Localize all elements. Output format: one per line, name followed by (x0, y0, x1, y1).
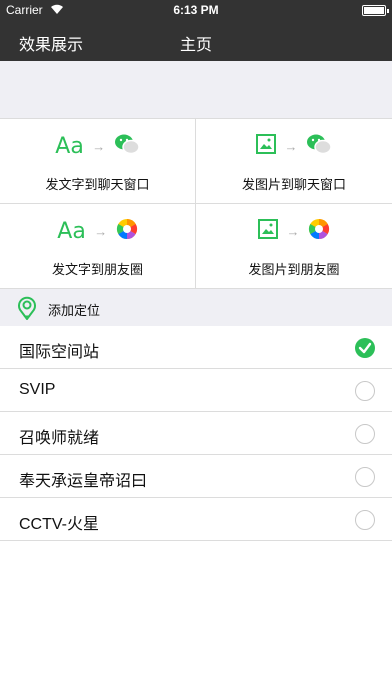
image-icon (258, 219, 279, 244)
add-location-label: 添加定位 (48, 303, 101, 318)
header-spacer (0, 61, 392, 119)
list-item-label: 召唤师就绪 (19, 430, 100, 447)
battery-icon (362, 5, 389, 16)
list-item-label: SVIP (19, 381, 56, 398)
arrow-icon: → (286, 224, 300, 239)
radio-icon[interactable] (355, 381, 375, 401)
share-grid: Aa → 发文字到聊天窗口 → 发图片到聊天窗口 Aa → 发文字到朋友圈 → … (0, 119, 392, 289)
wechat-icon (114, 133, 140, 160)
status-bar: Carrier 6:13 PM (0, 0, 392, 20)
share-icons: Aa → (0, 133, 195, 159)
share-text-to-moments[interactable]: Aa → 发文字到朋友圈 (0, 204, 196, 289)
share-image-to-moments[interactable]: → 发图片到朋友圈 (196, 204, 392, 289)
list-item-label: CCTV-火星 (19, 516, 100, 533)
status-time: 6:13 PM (173, 3, 219, 17)
radio-icon[interactable] (355, 424, 375, 444)
share-image-to-chat[interactable]: → 发图片到聊天窗口 (196, 119, 392, 204)
share-label: 发文字到聊天窗口 (45, 177, 150, 192)
add-location-header[interactable]: 添加定位 (0, 289, 392, 326)
text-aa-icon: Aa (55, 133, 84, 159)
moments-icon (116, 218, 138, 245)
wechat-icon (306, 133, 332, 160)
list-item[interactable]: 国际空间站 (0, 326, 392, 369)
share-text-to-chat[interactable]: Aa → 发文字到聊天窗口 (0, 119, 196, 204)
arrow-icon: → (284, 139, 298, 154)
share-icons: → (196, 133, 392, 159)
moments-icon (308, 218, 330, 245)
list-item[interactable]: 奉天承运皇帝诏曰 (0, 455, 392, 498)
arrow-icon: → (92, 139, 106, 154)
share-icons: → (196, 218, 392, 244)
share-label: 发文字到朋友圈 (51, 262, 143, 277)
share-icons: Aa → (0, 218, 195, 244)
checked-radio-icon[interactable] (355, 338, 375, 358)
list-item[interactable]: SVIP (0, 369, 392, 412)
arrow-icon: → (94, 224, 108, 239)
radio-icon[interactable] (355, 467, 375, 487)
share-label: 发图片到朋友圈 (248, 262, 340, 277)
radio-icon[interactable] (355, 510, 375, 530)
page-title: 主页 (179, 37, 212, 54)
list-item-label: 国际空间站 (19, 344, 100, 361)
image-icon (256, 134, 277, 159)
list-item[interactable]: 召唤师就绪 (0, 412, 392, 455)
text-aa-icon: Aa (57, 218, 86, 244)
location-pin-icon (17, 296, 37, 325)
navigation-bar: 效果展示 主页 (0, 20, 392, 61)
share-label: 发图片到聊天窗口 (241, 177, 346, 192)
list-item-label: 奉天承运皇帝诏曰 (19, 473, 148, 490)
list-item[interactable]: CCTV-火星 (0, 498, 392, 541)
